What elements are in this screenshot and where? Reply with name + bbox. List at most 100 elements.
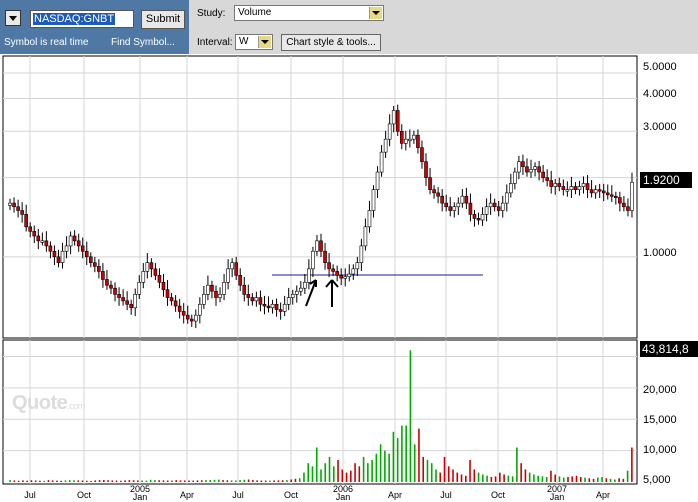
chevron-down-icon: [258, 36, 271, 48]
candle-body: [125, 300, 129, 305]
candle-body: [274, 303, 279, 310]
candle-body: [537, 166, 541, 173]
candle-body: [173, 300, 178, 307]
x-axis-month-label: Jul: [440, 490, 452, 500]
candle-body: [161, 282, 166, 290]
chevron-down-icon: [369, 7, 382, 19]
interval-label: Interval:: [197, 37, 233, 48]
candle-body: [121, 297, 125, 302]
candle-body: [238, 275, 243, 286]
find-symbol-link[interactable]: Find Symbol...: [111, 37, 175, 48]
candle-body: [391, 110, 396, 125]
candle-body: [553, 183, 558, 187]
candle-body: [270, 303, 275, 309]
candle-body: [529, 169, 533, 173]
candle-body: [549, 180, 554, 187]
candle-body: [101, 271, 105, 280]
candle-body: [145, 262, 150, 272]
candle-body: [428, 177, 432, 190]
symbol-input[interactable]: NASDAQ:GNBT: [30, 10, 134, 28]
candle-body: [226, 268, 230, 283]
candle-body: [533, 166, 537, 170]
candle-body: [363, 226, 368, 247]
x-axis-month-label: Apr: [387, 490, 403, 500]
interval-select[interactable]: W: [235, 34, 273, 50]
candle-body: [169, 297, 174, 302]
candle-body: [307, 268, 311, 283]
chart-style-button[interactable]: Chart style & tools...: [281, 34, 381, 51]
candle-body: [379, 151, 384, 173]
candle-body: [177, 305, 182, 312]
candle-body: [56, 256, 61, 263]
candle-body: [597, 189, 602, 192]
x-axis-month-label: Apr: [179, 490, 195, 500]
candle-body: [206, 284, 210, 295]
x-axis-month-label: Oct: [490, 490, 506, 500]
candle-body: [315, 240, 319, 252]
candle-body: [476, 218, 481, 221]
candle-body: [561, 186, 566, 190]
candle-body: [581, 183, 586, 187]
candle-body: [335, 271, 339, 276]
candle-body: [424, 161, 428, 178]
candle-body: [500, 202, 505, 211]
candle-body: [569, 186, 574, 190]
candle-body: [194, 314, 198, 322]
quote-watermark-logo: Quote.com: [12, 392, 85, 414]
x-axis-month-label: Oct: [76, 490, 92, 500]
candle-body: [432, 189, 436, 194]
x-axis-month-label: Oct: [283, 490, 299, 500]
candle-body: [84, 250, 89, 258]
submit-button[interactable]: Submit: [141, 10, 185, 29]
candle-body: [601, 190, 606, 194]
candle-body: [626, 206, 630, 211]
symbol-input-value: NASDAQ:GNBT: [33, 13, 116, 25]
candle-body: [525, 166, 529, 173]
candle-body: [262, 303, 267, 307]
candle-body: [133, 294, 138, 309]
candle-body: [198, 303, 202, 316]
candle-body: [319, 240, 323, 252]
candle-body: [577, 186, 582, 190]
candle-body: [541, 171, 545, 178]
realtime-link[interactable]: Symbol is real time: [4, 37, 88, 48]
candle-body: [8, 202, 12, 206]
candle-body: [48, 245, 53, 252]
x-axis-month-label: Jan: [335, 492, 351, 502]
candle-body: [246, 294, 251, 298]
candle-body: [210, 284, 214, 292]
candle-body: [609, 194, 614, 197]
candle-body: [117, 294, 121, 298]
candle-body: [234, 262, 238, 276]
candle-body: [484, 206, 489, 215]
candle-body: [355, 262, 360, 270]
volume-tick-label: 20,000: [643, 384, 677, 396]
candle-body: [113, 287, 117, 295]
price-tick-label: 1.0000: [643, 247, 677, 259]
candle-body: [468, 202, 473, 215]
candle-body: [258, 297, 263, 305]
candle-body: [44, 240, 49, 247]
candle-body: [97, 266, 101, 272]
candle-body: [488, 202, 493, 208]
candle-body: [412, 134, 416, 140]
candle-body: [28, 226, 33, 232]
study-select[interactable]: Volume: [234, 5, 384, 21]
candle-body: [242, 284, 247, 295]
candle-body: [509, 183, 513, 194]
candle-body: [460, 195, 465, 204]
candle-body: [448, 206, 453, 211]
candle-body: [593, 189, 598, 194]
candle-body: [444, 202, 449, 208]
candle-body: [68, 235, 73, 247]
candle-body: [399, 131, 404, 144]
candle-body: [622, 202, 626, 208]
candle-body: [129, 303, 133, 309]
candle-body: [189, 318, 194, 322]
candle-body: [585, 183, 590, 190]
candle-body: [545, 177, 549, 181]
candle-body: [351, 268, 356, 275]
symbol-dropdown-button[interactable]: [5, 10, 21, 26]
candle-body: [480, 214, 485, 221]
candle-body: [323, 250, 327, 263]
